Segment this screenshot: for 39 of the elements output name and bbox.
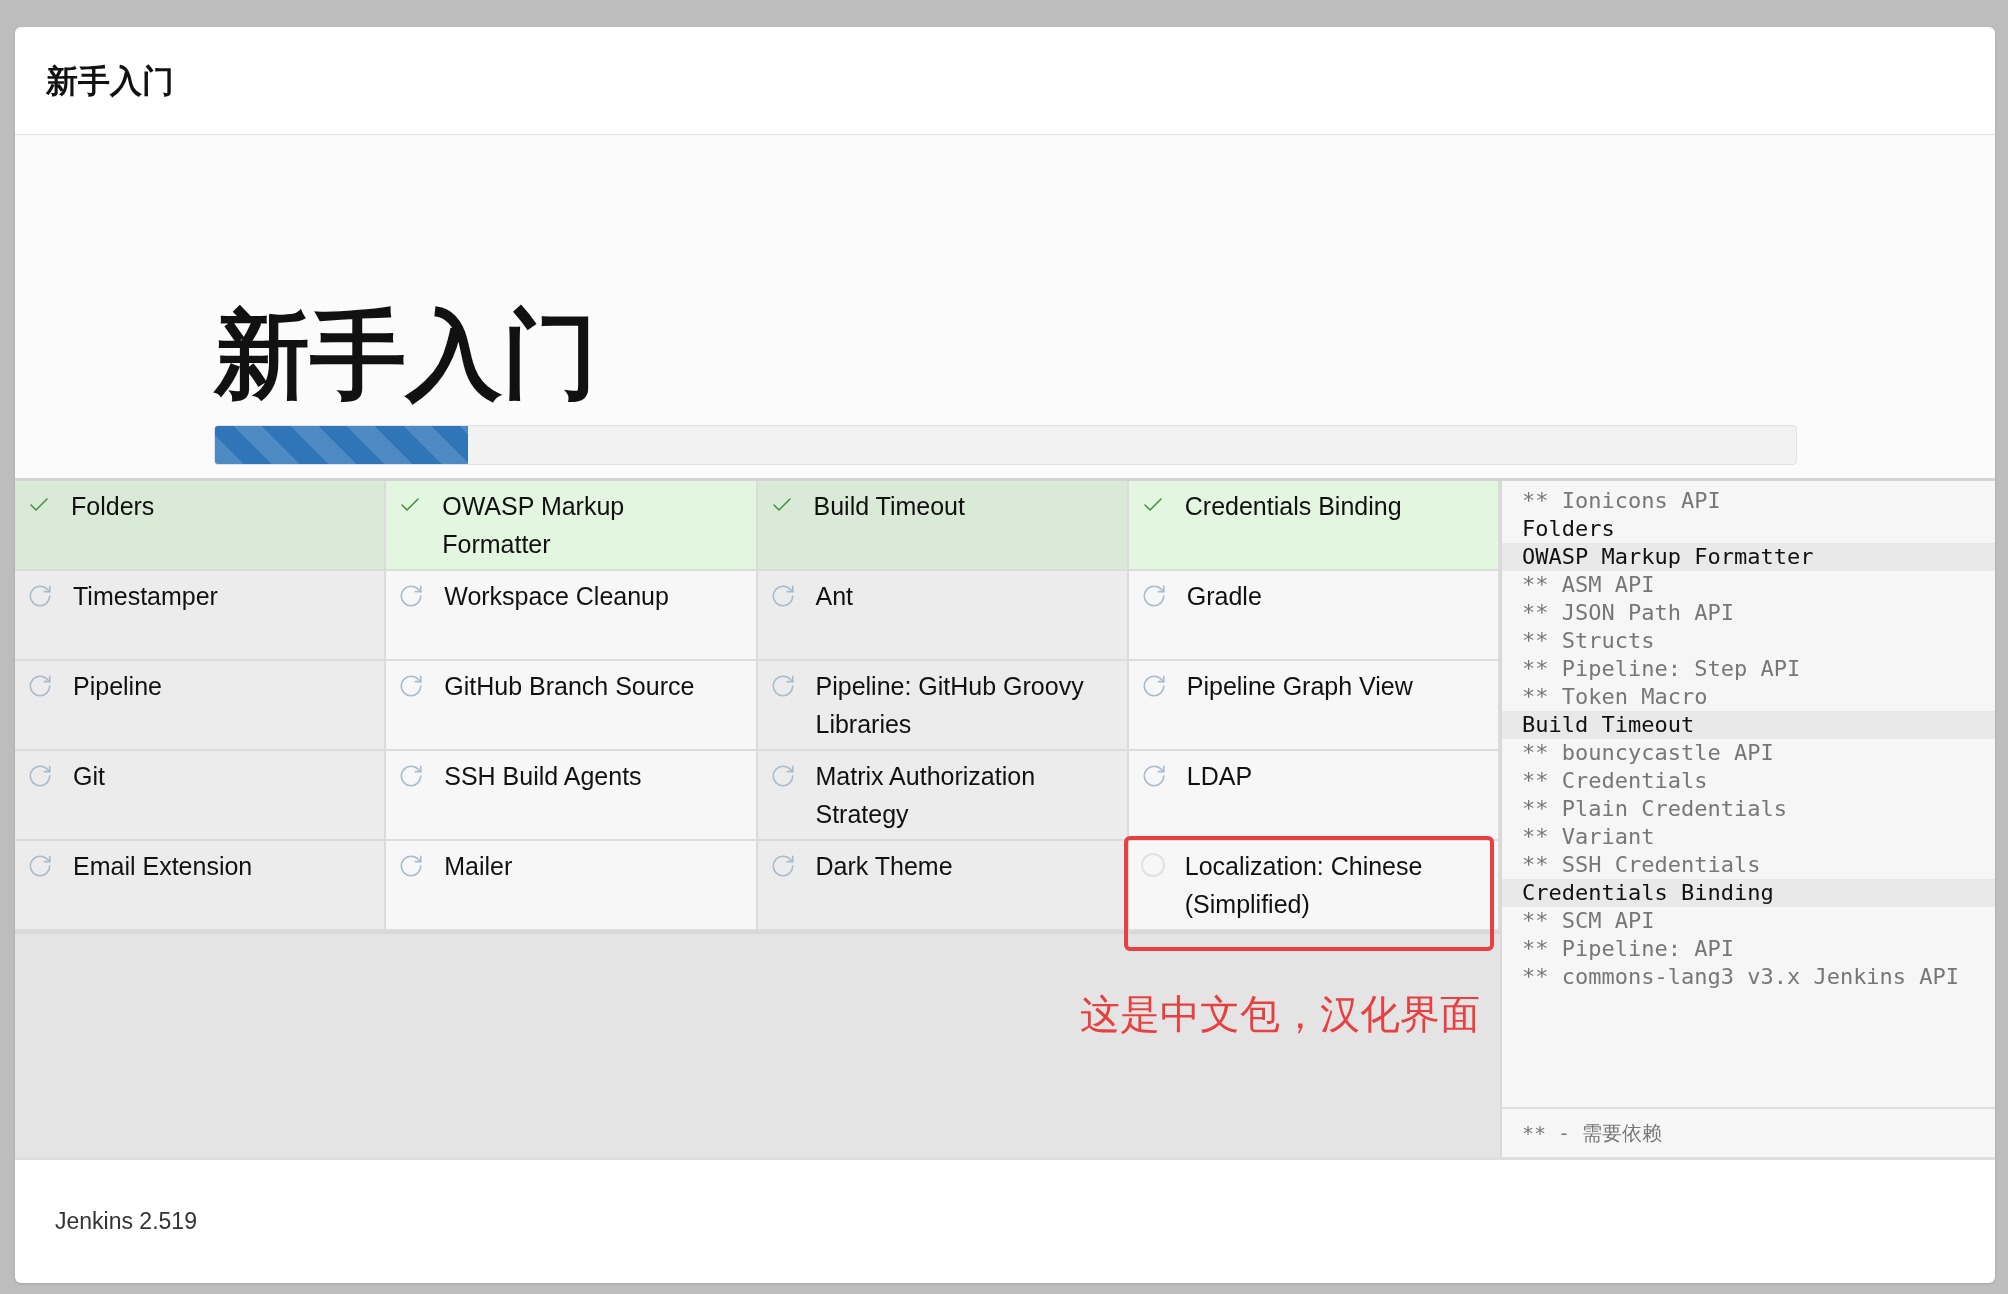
dependency-line: ** Token Macro (1521, 683, 1709, 711)
dependency-line: ** ASM API (1521, 571, 1656, 599)
version-text: Jenkins 2.519 (55, 1207, 197, 1237)
annotation-text: 这是中文包，汉化界面 (1080, 991, 1480, 1038)
plugin-name: Dark Theme (815, 851, 953, 882)
plugin-name: Matrix Authorization Strategy (815, 761, 1037, 830)
dependency-line: ** Pipeline: Step API (1521, 655, 1802, 683)
plugin-name: SSH Build Agents (444, 761, 642, 792)
plugin-name: Localization: Chinese (Simplified) (1184, 851, 1424, 920)
plugin-name: Gradle (1186, 581, 1262, 612)
dependency-line: ** Credentials (1521, 767, 1709, 795)
plugin-name: GitHub Branch Source (444, 671, 695, 702)
plugin-name: LDAP (1186, 761, 1253, 792)
dependency-line: ** Ionicons API (1521, 487, 1722, 515)
dependency-line: ** SSH Credentials (1521, 851, 1762, 879)
plugin-name: Pipeline: GitHub Groovy Libraries (815, 671, 1085, 740)
dependency-line: ** Plain Credentials (1521, 795, 1788, 823)
plugin-name: Mailer (444, 851, 513, 882)
dependency-line: ** commons-lang3 v3.x Jenkins API (1521, 963, 1961, 991)
plugin-name: Pipeline Graph View (1186, 671, 1413, 702)
dependency-line: ** bouncycastle API (1521, 739, 1775, 767)
dependency-line: ** SCM API (1521, 907, 1656, 935)
dependency-line: ** JSON Path API (1521, 599, 1735, 627)
plugin-name: Folders (71, 491, 155, 522)
plugin-name: Git (73, 761, 105, 792)
plugin-name: OWASP Markup Formatter (442, 491, 626, 560)
plugin-name: Credentials Binding (1184, 491, 1402, 522)
dependency-line: ** Pipeline: API (1521, 935, 1735, 963)
legend-text: ** - 需要依赖 (1522, 1120, 1663, 1147)
plugin-name: Pipeline (73, 671, 162, 702)
plugin-name: Build Timeout (813, 491, 965, 522)
plugin-name: Workspace Cleanup (444, 581, 669, 612)
dependency-line: ** Variant (1521, 823, 1656, 851)
plugin-line: Folders (1521, 515, 1616, 543)
dependency-line: ** Structs (1521, 627, 1656, 655)
plugin-name: Ant (815, 581, 854, 612)
plugin-name: Timestamper (73, 581, 218, 612)
window-title: 新手入门 (46, 61, 174, 101)
plugin-name: Email Extension (73, 851, 253, 882)
